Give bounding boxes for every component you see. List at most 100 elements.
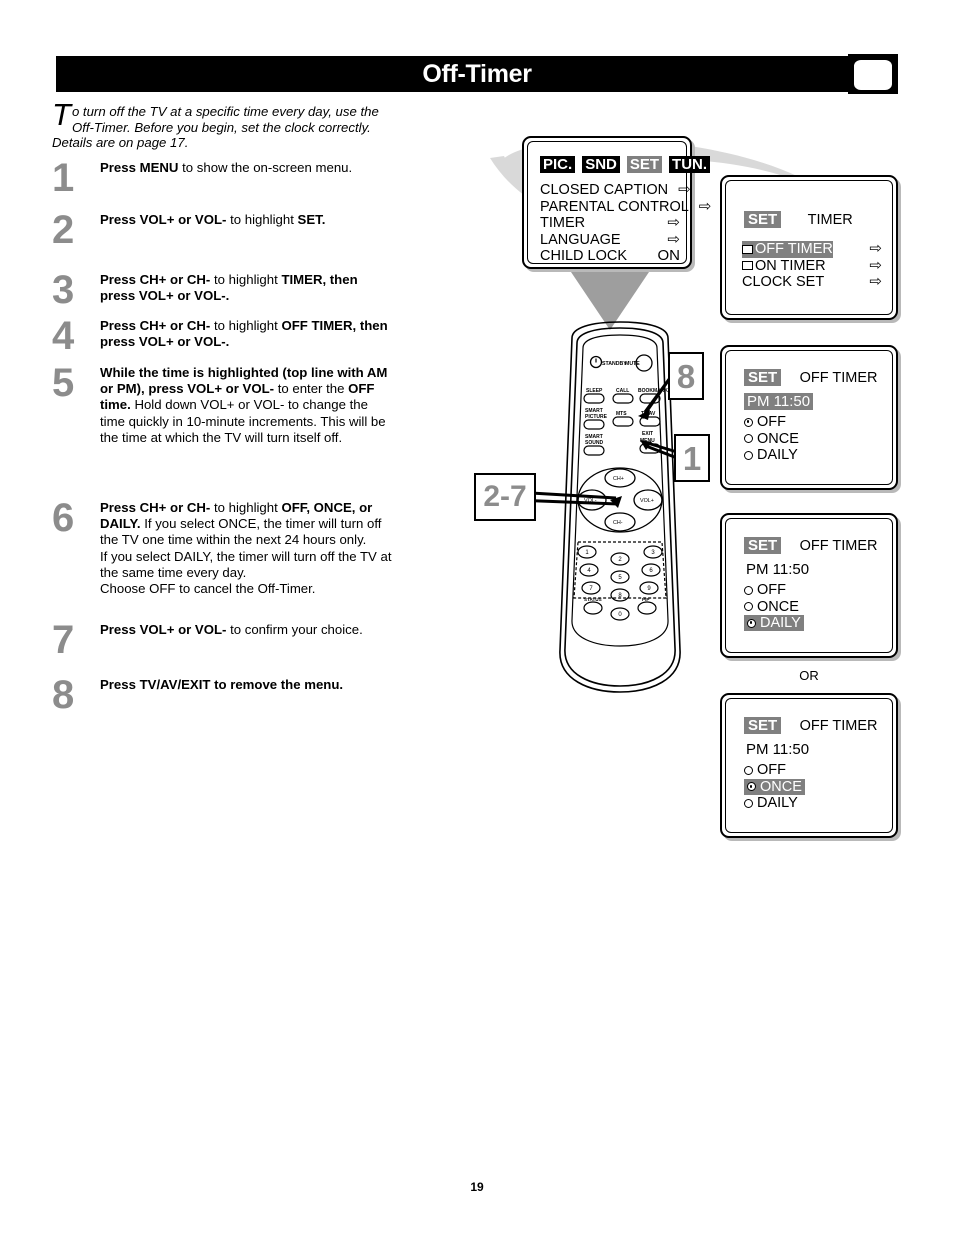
osd-main-menu-row[interactable]: TIMER ⇨ <box>540 214 680 232</box>
step-text-5: While the time is highlighted (top line … <box>100 365 388 445</box>
page-header-bar: Off-Timer <box>56 56 898 92</box>
instruction-step-5: 5 While the time is highlighted (top line… <box>52 363 392 446</box>
svg-text:6: 6 <box>649 568 653 574</box>
svg-text:4: 4 <box>587 568 591 574</box>
osd-off-timer-time-option-label: ONCE <box>744 431 799 447</box>
osd-off-timer-once-title: OFF TIMER <box>799 718 878 734</box>
osd-off-timer-daily-option[interactable]: ONCE <box>744 599 874 616</box>
osd-main-menu-row-label: PARENTAL CONTROL <box>540 198 689 215</box>
radio-button-icon <box>744 434 753 444</box>
osd-main-menu-row-label: TIMER <box>540 215 586 231</box>
osd-off-timer-time-value-wrap: PM 11:50 <box>744 393 814 411</box>
osd-main-menu-row[interactable]: CLOSED CAPTION ⇨ <box>540 181 691 199</box>
illustration-area: PIC. SND SET TUN. CLOSED CAPTION ⇨ PARENTA… <box>470 120 940 860</box>
osd-off-timer-once: SET OFF TIMER PM 11:50 OFF ONCE DAILY <box>720 693 898 838</box>
svg-text:0: 0 <box>618 612 622 618</box>
osd-off-timer-once-badge: SET <box>744 717 782 734</box>
osd-tab-tun[interactable]: TUN. <box>669 156 711 173</box>
osd-off-timer-daily-option[interactable]: DAILY <box>744 615 874 632</box>
instruction-step-7: 7 Press VOL+ or VOL- to confirm your choi… <box>52 620 392 660</box>
svg-text:7: 7 <box>589 586 593 592</box>
osd-off-timer-once-option-label: OFF <box>744 762 786 778</box>
callout-steps-2-7: 2-7 <box>474 473 536 521</box>
osd-main-menu-row-value: ⇨ <box>667 214 680 231</box>
step-text-4: Press CH+ or CH- to highlight OFF TIMER,… <box>100 318 388 350</box>
osd-main-menu-row[interactable]: PARENTAL CONTROL ⇨ <box>540 198 711 216</box>
osd-off-timer-daily-header: SET OFF TIMER <box>744 537 878 555</box>
osd-off-timer-daily-title: OFF TIMER <box>799 538 878 554</box>
svg-text:PIP: PIP <box>642 597 649 602</box>
intro-text: o turn off the TV at a specific time eve… <box>52 104 379 151</box>
osd-main-menu-list: CLOSED CAPTION ⇨ PARENTAL CONTROL ⇨ TIMER ⇨ LA… <box>540 181 711 265</box>
osd-off-timer-once-header: SET OFF TIMER <box>744 717 878 735</box>
osd-timer-menu-row-value: ⇨ <box>869 240 882 257</box>
osd-timer-menu-row-value: ⇨ <box>869 256 882 274</box>
osd-timer-menu: SET TIMER OFF TIMER ⇨ ON TIMER ⇨ CLOCK SET ⇨ <box>720 175 898 320</box>
instruction-step-6: 6 Press CH+ or CH- to highlight OFF, ONCE… <box>52 498 392 597</box>
step-text-3: Press CH+ or CH- to highlight TIMER, the… <box>100 272 358 304</box>
instruction-steps: 1 Press MENU to show the on-screen menu. 2… <box>52 158 392 740</box>
svg-text:1: 1 <box>585 550 589 556</box>
svg-text:MUTE: MUTE <box>625 361 640 367</box>
osd-off-timer-once-option[interactable]: DAILY <box>744 795 874 812</box>
osd-timer-menu-row[interactable]: OFF TIMER ⇨ <box>742 240 882 258</box>
svg-text:MTS: MTS <box>616 411 627 417</box>
osd-off-timer-time-option[interactable]: ONCE <box>744 431 874 448</box>
radio-button-icon <box>744 798 753 808</box>
step-number-4: 4 <box>52 314 75 358</box>
osd-main-menu-row-label: CLOSED CAPTION <box>540 182 669 198</box>
osd-main-menu-row[interactable]: CHILD LOCK ON <box>540 247 680 265</box>
osd-off-timer-daily-frame: SET OFF TIMER PM 11:50 OFF ONCE DAILY <box>725 518 893 653</box>
osd-off-timer-daily-option-label: OFF <box>744 582 786 598</box>
radio-button-icon <box>744 765 753 775</box>
osd-timer-menu-row[interactable]: ON TIMER ⇨ <box>742 256 882 275</box>
osd-off-timer-once-value[interactable]: PM 11:50 <box>746 741 809 758</box>
osd-main-menu-row-value: ⇨ <box>698 197 712 215</box>
checkbox-icon <box>742 261 753 271</box>
osd-off-timer-once-option[interactable]: ONCE <box>744 778 874 796</box>
step-text-6: Press CH+ or CH- to highlight OFF, ONCE,… <box>100 500 392 597</box>
or-separator-label: OR <box>799 668 819 683</box>
checkbox-icon <box>742 244 753 254</box>
svg-text:VOL-: VOL- <box>584 498 597 504</box>
step-text-7: Press VOL+ or VOL- to confirm your choic… <box>100 622 363 637</box>
radio-button-icon <box>744 602 753 612</box>
osd-timer-menu-row[interactable]: CLOCK SET ⇨ <box>742 273 882 291</box>
osd-tab-snd[interactable]: SND <box>582 156 620 173</box>
osd-off-timer-time-title: OFF TIMER <box>799 370 878 386</box>
svg-text:8: 8 <box>618 593 622 599</box>
osd-tab-pic[interactable]: PIC. <box>540 156 576 173</box>
osd-off-timer-once-option-label: DAILY <box>744 795 798 811</box>
osd-off-timer-once-options: OFF ONCE DAILY <box>744 762 874 812</box>
osd-timer-header: SET TIMER <box>744 211 853 229</box>
instruction-step-3: 3 Press CH+ or CH- to highlight TIMER, th… <box>52 270 392 310</box>
instruction-step-1: 1 Press MENU to show the on-screen menu. <box>52 158 392 198</box>
radio-button-icon <box>744 585 753 595</box>
step-number-3: 3 <box>52 268 75 312</box>
step-number-2: 2 <box>52 208 75 252</box>
callout-step-8: 8 <box>668 352 704 400</box>
osd-off-timer-time-option[interactable]: DAILY <box>744 447 874 464</box>
svg-text:STANDBY: STANDBY <box>602 361 627 367</box>
osd-off-timer-daily: SET OFF TIMER PM 11:50 OFF ONCE DAILY <box>720 513 898 658</box>
step-number-1: 1 <box>52 156 75 200</box>
osd-off-timer-daily-value[interactable]: PM 11:50 <box>746 561 809 578</box>
osd-off-timer-time-option-label: DAILY <box>744 447 798 463</box>
osd-off-timer-daily-option[interactable]: OFF <box>744 582 874 599</box>
osd-off-timer-daily-value-wrap: PM 11:50 <box>746 561 809 579</box>
intro-dropcap: T <box>52 97 71 132</box>
osd-off-timer-once-option[interactable]: OFF <box>744 762 874 779</box>
osd-tab-set[interactable]: SET <box>626 156 663 173</box>
svg-text:CH-: CH- <box>613 520 623 526</box>
osd-off-timer-time-value[interactable]: PM 11:50 <box>744 393 814 410</box>
instruction-step-4: 4 Press CH+ or CH- to highlight OFF TIMER… <box>52 316 392 356</box>
osd-off-timer-once-option-label: ONCE <box>744 778 805 795</box>
svg-text:VOL+: VOL+ <box>640 498 654 504</box>
osd-main-menu-row[interactable]: LANGUAGE ⇨ <box>540 231 680 249</box>
osd-off-timer-time-frame: SET OFF TIMER PM 11:50 OFF ONCE DAILY <box>725 350 893 485</box>
osd-off-timer-time-option[interactable]: OFF <box>744 414 874 431</box>
osd-main-menu-row-value: ⇨ <box>678 181 691 198</box>
osd-timer-badge: SET <box>744 211 782 228</box>
radio-button-icon <box>744 450 753 460</box>
osd-off-timer-once-frame: SET OFF TIMER PM 11:50 OFF ONCE DAILY <box>725 698 893 833</box>
